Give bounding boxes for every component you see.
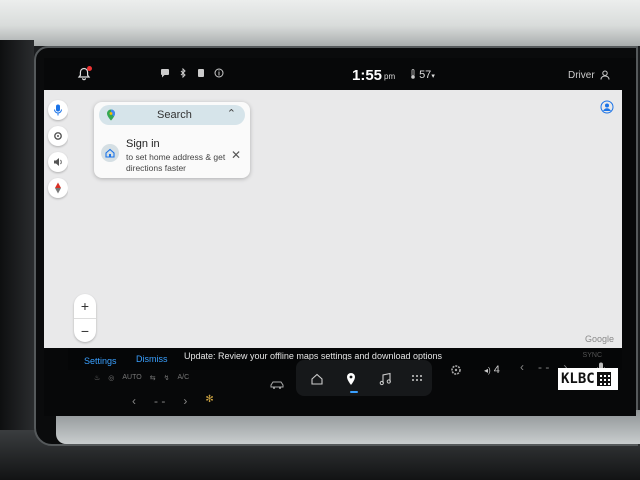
driver-profile-label[interactable]: Driver <box>568 70 595 81</box>
gear-icon <box>54 132 62 140</box>
voice-guidance-button[interactable] <box>48 152 68 172</box>
account-icon[interactable] <box>600 100 614 114</box>
seat-heat-icon[interactable]: ♨ <box>94 374 100 382</box>
compass-icon <box>55 182 61 194</box>
zoom-out-button[interactable]: − <box>74 318 96 342</box>
voice-search-button[interactable] <box>48 100 68 120</box>
infotainment-screen: 1:55 pm 57▾ Driver Google + − Search ⌃ S… <box>44 58 636 416</box>
person-icon[interactable] <box>600 70 610 80</box>
volume-control[interactable]: ◂) 4 <box>484 364 500 376</box>
search-label: Search <box>157 109 192 121</box>
signin-description: to set home address & get directions fas… <box>126 152 226 173</box>
volume-level: 4 <box>493 364 500 376</box>
fan-power-icon[interactable]: ✻ <box>205 394 213 408</box>
driver-temp-control: ‹ - - › ✻ <box>132 394 214 408</box>
volume-icon: ◂) <box>484 366 491 375</box>
compass-button[interactable] <box>48 178 68 198</box>
thermometer-icon <box>411 69 415 79</box>
map-side-controls <box>44 90 68 348</box>
passenger-temp-value: - - <box>538 360 550 374</box>
app-grid-button[interactable] <box>410 372 424 386</box>
steering-heat-icon[interactable]: ◎ <box>108 374 114 382</box>
microphone-icon <box>54 104 62 116</box>
zoom-in-button[interactable]: + <box>74 294 96 318</box>
bluetooth-icon <box>178 67 188 79</box>
watermark-text: KLBC <box>561 371 595 387</box>
status-bar: 1:55 pm 57▾ Driver <box>44 58 636 90</box>
search-card: Search ⌃ Sign in to set home address & g… <box>94 102 250 178</box>
music-button[interactable] <box>378 372 392 386</box>
signin-title[interactable]: Sign in <box>126 138 160 150</box>
driver-temp-down-button[interactable]: ‹ <box>132 394 136 408</box>
climate-auto-button[interactable]: AUTO <box>122 374 141 382</box>
message-icon <box>160 68 170 78</box>
phone-icon <box>196 68 206 78</box>
bottom-bar: ♨ ◎ AUTO ⇆ ↯ A/C ‹ - - › ✻ ◂) 4 ‹ - - › <box>44 358 636 416</box>
clock-ampm: pm <box>384 72 396 81</box>
watermark-logo: KLBC <box>558 368 618 390</box>
notification-bell-icon[interactable] <box>77 66 92 81</box>
recirculation-icon[interactable]: ⇆ <box>150 374 156 382</box>
google-attribution: Google <box>584 334 614 344</box>
climate-row: ♨ ◎ AUTO ⇆ ↯ A/C <box>94 374 189 382</box>
dashboard-trim-top <box>0 0 640 46</box>
temperature-unit-arrow-icon: ▾ <box>431 73 435 80</box>
vehicle-icon[interactable] <box>270 380 284 392</box>
qr-code-icon <box>596 372 611 386</box>
passenger-temp-down-button[interactable]: ‹ <box>520 360 524 374</box>
notification-dot <box>87 66 92 71</box>
outside-temperature: 57▾ <box>410 69 435 81</box>
zoom-controls: + − <box>74 294 96 342</box>
climate-ac-button[interactable]: A/C <box>177 374 189 382</box>
driver-temp-value: - - <box>154 394 166 408</box>
home-icon <box>101 144 119 162</box>
collapse-chevron-icon[interactable]: ⌃ <box>227 107 236 120</box>
google-maps-pin-icon <box>106 109 116 121</box>
settings-gear-icon[interactable] <box>450 364 462 376</box>
driver-temp-up-button[interactable]: › <box>183 394 187 408</box>
temperature-value: 57 <box>419 69 432 81</box>
app-dock <box>296 360 432 396</box>
map-settings-button[interactable] <box>48 126 68 146</box>
active-indicator <box>350 391 358 393</box>
speaker-icon <box>53 158 62 166</box>
status-icons <box>160 67 224 79</box>
dashboard-trim-left <box>0 40 34 480</box>
info-icon <box>214 68 224 78</box>
close-signin-button[interactable]: ✕ <box>231 148 241 162</box>
airflow-icon[interactable]: ↯ <box>164 374 170 382</box>
search-bar[interactable]: Search ⌃ <box>99 105 245 125</box>
navigation-button[interactable] <box>344 372 358 386</box>
home-button[interactable] <box>310 372 324 386</box>
clock-time: 1:55 <box>352 67 383 84</box>
